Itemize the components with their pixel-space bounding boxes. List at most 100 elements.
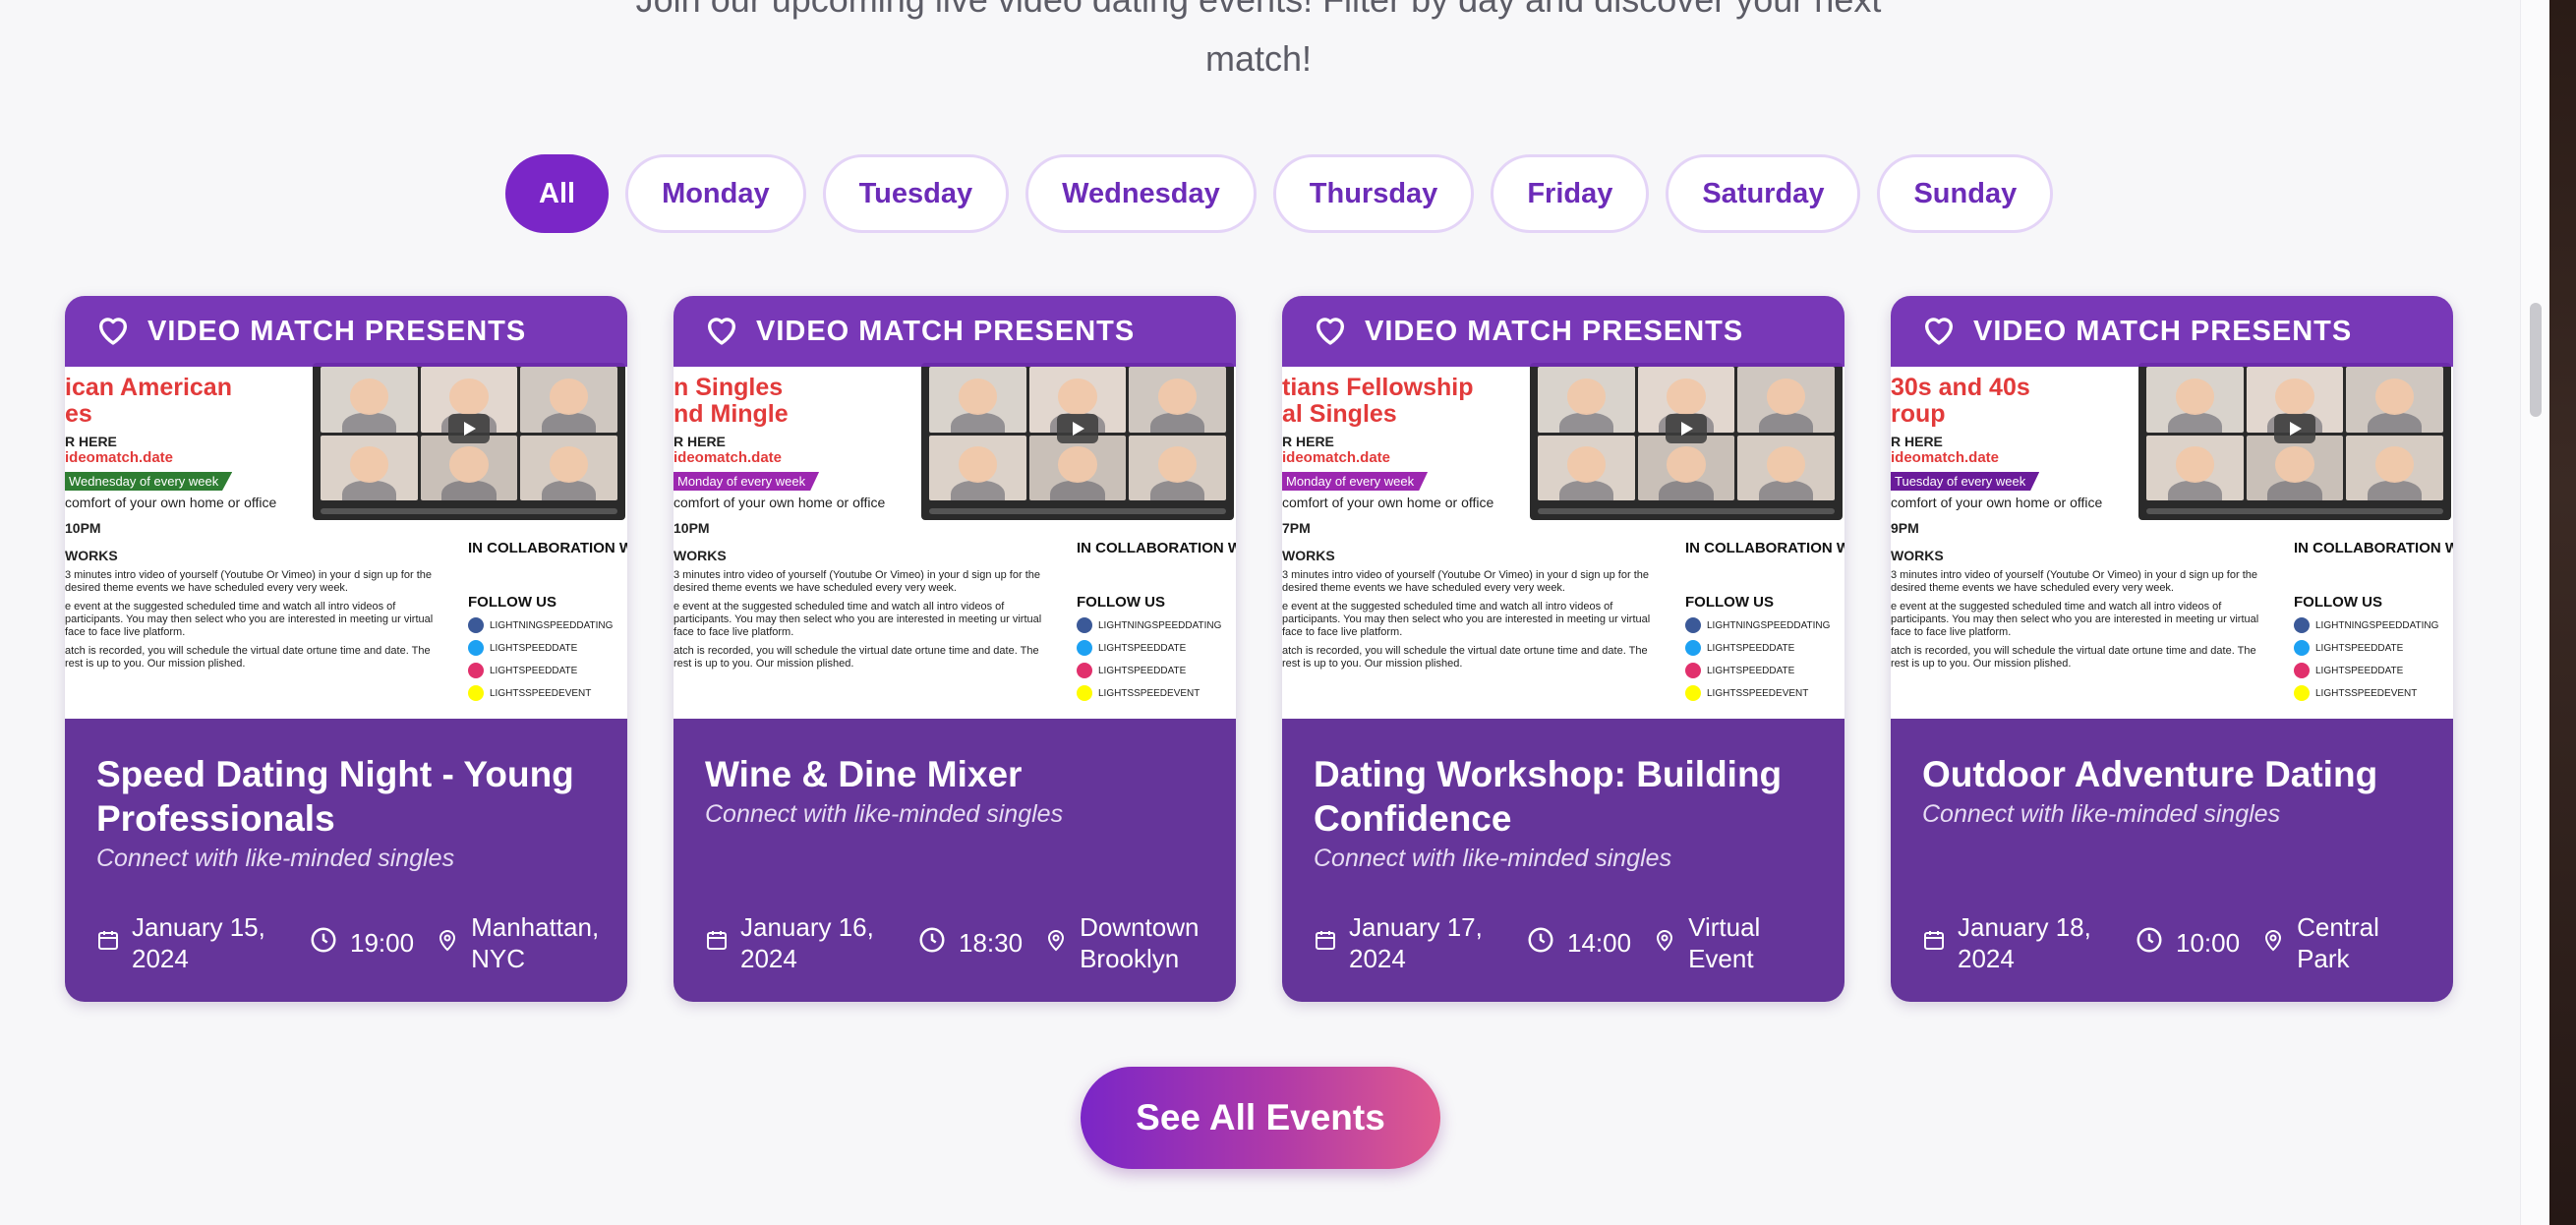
flyer-social-handle: LIGHTSPEEDDATE <box>490 665 578 676</box>
event-title[interactable]: Speed Dating Night - Young Professionals <box>96 752 596 841</box>
event-meta: January 18, 2024 10:00 Central Park <box>1922 911 2433 974</box>
participant-photo <box>520 435 617 500</box>
flyer-paragraph: 3 minutes intro video of yourself (Youtu… <box>1282 569 1649 594</box>
participant-photo <box>1737 435 1835 500</box>
filter-chip-sunday[interactable]: Sunday <box>1877 154 2054 233</box>
flyer-social-handle: LIGHTNINGSPEEDDATING <box>2315 619 2439 631</box>
event-location: Downtown Brooklyn <box>1044 911 1199 974</box>
flyer-social-row: LIGHTNINGSPEEDDATING <box>2294 617 2453 633</box>
participant-photo <box>2146 435 2244 500</box>
event-time-text: 14:00 <box>1567 928 1632 958</box>
event-location-text: Central Park <box>2297 912 2379 973</box>
event-card[interactable]: VIDEO MATCH PRESENTS ican American es R HER… <box>65 296 627 1002</box>
event-card[interactable]: VIDEO MATCH PRESENTS 30s and 40s roup R HER… <box>1891 296 2453 1002</box>
filter-chip-monday[interactable]: Monday <box>625 154 806 233</box>
filter-chip-saturday[interactable]: Saturday <box>1666 154 1861 233</box>
section-intro: Join our upcoming live video dating even… <box>531 0 1986 88</box>
event-date-text: January 15, 2024 <box>132 912 265 973</box>
flyer-follow-us: FOLLOW US <box>1077 594 1165 611</box>
heart-icon <box>94 313 132 351</box>
flyer-paragraph: 3 minutes intro video of yourself (Youtu… <box>673 569 1040 594</box>
social-icon <box>2294 663 2310 678</box>
flyer-url: ideomatch.date <box>673 449 783 466</box>
event-flyer-image: VIDEO MATCH PRESENTS tians Fellowship al S… <box>1282 296 1844 719</box>
event-date-text: January 17, 2024 <box>1349 912 1483 973</box>
card-banner: VIDEO MATCH PRESENTS <box>1891 296 2453 367</box>
event-subtitle: Connect with like-minded singles <box>96 845 455 872</box>
location-pin-icon <box>1653 927 1676 960</box>
social-icon <box>1685 617 1701 633</box>
scrollbar-thumb[interactable] <box>2530 303 2542 417</box>
event-location: Virtual Event <box>1653 911 1800 974</box>
flyer-url: ideomatch.date <box>1891 449 2000 466</box>
event-location-text: Virtual Event <box>1688 912 1761 973</box>
flyer-paragraph: atch is recorded, you will schedule the … <box>65 645 431 670</box>
social-icon <box>468 640 484 656</box>
event-title[interactable]: Outdoor Adventure Dating <box>1922 752 2422 796</box>
social-icon <box>2294 685 2310 701</box>
flyer-sidebar: IN COLLABORATION W FOLLOW US LIGHTNINGSPEE… <box>2294 540 2453 701</box>
event-title[interactable]: Wine & Dine Mixer <box>705 752 1204 796</box>
event-title[interactable]: Dating Workshop: Building Confidence <box>1314 752 1813 841</box>
flyer-social-handle: LIGHTSPEEDDATE <box>2315 642 2404 654</box>
participant-photo <box>1538 367 1635 433</box>
social-icon <box>1077 685 1092 701</box>
social-icon <box>1685 685 1701 701</box>
flyer-paragraph: e event at the suggested scheduled time … <box>673 601 1042 638</box>
card-body: Dating Workshop: Building Confidence Conn… <box>1282 719 1844 873</box>
participant-photo <box>929 435 1026 500</box>
participant-photo <box>520 367 617 433</box>
flyer-social-row: LIGHTNINGSPEEDDATING <box>1685 617 1844 633</box>
flyer-social-row: LIGHTNINGSPEEDDATING <box>1077 617 1236 633</box>
flyer-collaboration: IN COLLABORATION W <box>1685 540 1844 556</box>
participant-photo <box>321 367 418 433</box>
event-time: 14:00 <box>1526 925 1631 962</box>
filter-chip-all[interactable]: All <box>505 154 610 233</box>
calendar-icon <box>1922 927 1946 959</box>
social-icon <box>1685 640 1701 656</box>
event-card[interactable]: VIDEO MATCH PRESENTS tians Fellowship al S… <box>1282 296 1844 1002</box>
flyer-social-row: LIGHTSPEEDDATE <box>2294 663 2453 678</box>
participant-photo <box>2246 435 2344 500</box>
flyer-video-thumbnail <box>1530 363 1843 520</box>
flyer-video-thumbnail <box>313 363 625 520</box>
participant-photo <box>1129 367 1226 433</box>
event-location-text: Manhattan, NYC <box>471 912 600 973</box>
flyer-social-row: LIGHTSPEEDDATE <box>1685 640 1844 656</box>
flyer-register: R HERE <box>1282 434 1334 449</box>
participant-photo <box>929 367 1026 433</box>
social-icon <box>468 685 484 701</box>
flyer-headline: roup <box>1891 401 1946 428</box>
clock-icon <box>1526 925 1555 962</box>
social-icon <box>1685 663 1701 678</box>
flyer-social-row: LIGHTSSPEEDEVENT <box>2294 685 2453 701</box>
filter-chip-friday[interactable]: Friday <box>1491 154 1650 233</box>
scrollbar[interactable] <box>2520 0 2549 1225</box>
event-location-text: Downtown Brooklyn <box>1080 912 1200 973</box>
event-card[interactable]: VIDEO MATCH PRESENTS n Singles nd Mingle R … <box>673 296 1236 1002</box>
event-time: 19:00 <box>309 925 414 962</box>
filter-chip-thursday[interactable]: Thursday <box>1272 154 1475 233</box>
flyer-time: 9PM <box>1891 520 1919 536</box>
intro-line-2: match! <box>1204 38 1313 79</box>
flyer-day-tag: Monday of every week <box>673 472 820 491</box>
flyer-url: ideomatch.date <box>65 449 174 466</box>
flyer-paragraph: e event at the suggested scheduled time … <box>65 601 434 638</box>
event-meta: January 17, 2024 14:00 Virtual Event <box>1314 911 1825 974</box>
flyer-text: tians Fellowship al Singles R HERE ideomatc… <box>1282 345 1650 671</box>
card-banner: VIDEO MATCH PRESENTS <box>1282 296 1844 367</box>
event-subtitle: Connect with like-minded singles <box>1922 800 2281 828</box>
see-all-events-button[interactable]: See All Events <box>1081 1067 1440 1169</box>
event-time: 18:30 <box>917 925 1023 962</box>
banner-text: VIDEO MATCH PRESENTS <box>147 315 527 347</box>
flyer-social-handle: LIGHTSPEEDDATE <box>1098 665 1187 676</box>
calendar-icon <box>705 927 729 959</box>
event-date: January 18, 2024 <box>1922 911 2097 974</box>
flyer-sidebar: IN COLLABORATION W FOLLOW US LIGHTNINGSPEE… <box>468 540 627 701</box>
event-cards: VIDEO MATCH PRESENTS ican American es R HER… <box>65 296 2453 1002</box>
filter-chip-tuesday[interactable]: Tuesday <box>822 154 1010 233</box>
play-icon <box>448 414 490 444</box>
filter-chip-wednesday[interactable]: Wednesday <box>1025 154 1257 233</box>
participant-photo <box>2146 367 2244 433</box>
event-time-text: 19:00 <box>350 928 415 958</box>
